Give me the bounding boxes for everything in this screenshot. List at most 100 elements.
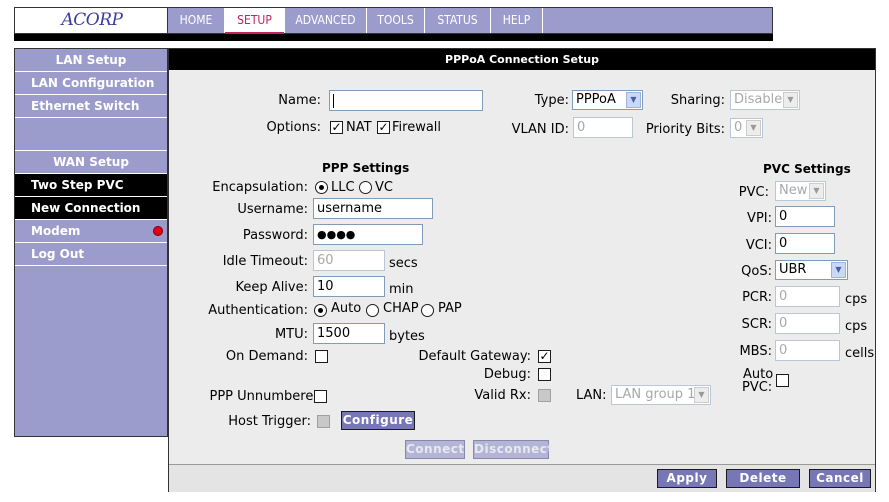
sidebar-item-two-step-pvc[interactable]: Two Step PVC: [15, 174, 167, 197]
cancel-button[interactable]: Cancel: [809, 469, 871, 488]
configure-button[interactable]: Configure: [341, 411, 415, 430]
pcr-label: PCR:: [742, 290, 772, 305]
username-input[interactable]: username: [313, 198, 433, 219]
auth-chap-label: CHAP: [383, 301, 419, 316]
firewall-label: Firewall: [392, 120, 442, 135]
lan-group-select[interactable]: LAN group 1 ▼: [611, 385, 711, 405]
authentication-label: Authentication:: [208, 303, 308, 318]
scr-unit: cps: [845, 319, 868, 334]
mtu-label: MTU:: [274, 327, 308, 342]
ppp-unnumbered-label: PPP Unnumbered:: [209, 389, 327, 404]
vci-input[interactable]: 0: [775, 233, 835, 254]
host-trigger-label: Host Trigger:: [228, 414, 311, 429]
sidebar-item-modem[interactable]: Modem: [15, 220, 167, 243]
type-label: Type:: [534, 93, 569, 108]
auth-pap-label: PAP: [438, 301, 462, 316]
qos-label: QoS:: [741, 264, 772, 279]
tab-home[interactable]: HOME: [168, 8, 225, 33]
ppp-settings-title: PPP Settings: [322, 161, 410, 175]
tab-help[interactable]: HELP: [491, 8, 543, 33]
tab-advanced[interactable]: ADVANCED: [285, 8, 367, 33]
vc-radio[interactable]: [359, 181, 372, 194]
firewall-checkbox[interactable]: ✓: [377, 121, 390, 134]
debug-checkbox[interactable]: [538, 368, 551, 381]
valid-rx-label: Valid Rx:: [474, 388, 531, 403]
sharing-value: Disable: [734, 92, 783, 107]
sidebar: LAN Setup LAN Configuration Ethernet Swi…: [14, 48, 168, 437]
sidebar-item-ethernet-switch[interactable]: Ethernet Switch: [15, 95, 167, 118]
vlan-id-input[interactable]: 0: [573, 117, 633, 138]
sidebar-item-modem-label: Modem: [31, 224, 81, 238]
keep-alive-input[interactable]: 10: [313, 276, 385, 297]
name-input[interactable]: [329, 90, 483, 111]
panel-title: PPPoA Connection Setup: [169, 49, 875, 70]
nat-checkbox[interactable]: ✓: [330, 121, 343, 134]
pcr-input[interactable]: 0: [775, 286, 840, 307]
acorp-logo: ACORP: [61, 10, 123, 30]
llc-label: LLC: [331, 180, 355, 195]
vci-label: VCI:: [745, 238, 772, 253]
sharing-select[interactable]: Disable ▼: [730, 90, 800, 110]
auth-pap-radio[interactable]: [421, 304, 434, 317]
vc-label: VC: [375, 180, 393, 195]
vpi-label: VPI:: [747, 211, 772, 226]
idle-timeout-input[interactable]: 60: [313, 250, 385, 271]
scr-label: SCR:: [741, 317, 772, 332]
delete-button[interactable]: Delete: [726, 469, 800, 488]
type-select[interactable]: PPPoA ▼: [572, 90, 643, 110]
mbs-unit: cells: [845, 346, 875, 361]
username-label: Username:: [237, 202, 308, 217]
vpi-input[interactable]: 0: [775, 206, 835, 227]
scr-input[interactable]: 0: [775, 313, 840, 334]
chevron-down-icon: ▼: [626, 92, 641, 108]
valid-rx-checkbox[interactable]: [538, 389, 551, 402]
auth-auto-radio[interactable]: [314, 304, 327, 317]
idle-timeout-unit: secs: [389, 256, 418, 271]
sidebar-item-lan-configuration[interactable]: LAN Configuration: [15, 72, 167, 95]
host-trigger-checkbox[interactable]: [317, 415, 330, 428]
tab-status[interactable]: STATUS: [425, 8, 491, 33]
nat-label: NAT: [346, 120, 372, 135]
type-value: PPPoA: [576, 92, 616, 107]
disconnect-button[interactable]: Disconnect: [473, 440, 553, 459]
sidebar-header-wan-setup: WAN Setup: [15, 151, 167, 174]
connection-panel: PPPoA Connection Setup Name: Type: PPPoA…: [168, 48, 876, 492]
name-label: Name:: [278, 93, 321, 108]
sharing-label: Sharing:: [670, 93, 725, 108]
sidebar-spacer: [15, 118, 167, 151]
priority-bits-value: 0: [734, 120, 743, 135]
tab-tools[interactable]: TOOLS: [367, 8, 425, 33]
idle-timeout-label: Idle Timeout:: [222, 254, 308, 269]
lan-group-value: LAN group 1: [615, 387, 696, 402]
chevron-down-icon: ▼: [809, 183, 824, 199]
pvc-settings-title: PVC Settings: [763, 162, 851, 176]
ppp-unnumbered-checkbox[interactable]: [314, 390, 327, 403]
options-label: Options:: [266, 120, 321, 135]
password-label: Password:: [242, 228, 308, 243]
on-demand-checkbox[interactable]: [315, 350, 328, 363]
auth-chap-radio[interactable]: [366, 304, 379, 317]
auth-auto-label: Auto: [331, 301, 362, 316]
auto-pvc-checkbox[interactable]: [776, 374, 789, 387]
mtu-input[interactable]: 1500: [313, 323, 385, 344]
password-input[interactable]: ●●●●: [313, 224, 423, 245]
encapsulation-label: Encapsulation:: [212, 180, 308, 195]
connect-button[interactable]: Connect: [405, 440, 465, 459]
pvc-select[interactable]: New ▼: [775, 181, 826, 201]
qos-value: UBR: [779, 262, 807, 277]
default-gateway-label: Default Gateway:: [418, 349, 532, 364]
tab-setup[interactable]: SETUP: [225, 8, 285, 34]
priority-bits-select[interactable]: 0 ▼: [730, 118, 763, 138]
apply-button[interactable]: Apply: [657, 469, 717, 488]
pvc-value: New: [779, 183, 808, 198]
mbs-input[interactable]: 0: [775, 340, 840, 361]
default-gateway-checkbox[interactable]: ✓: [538, 350, 551, 363]
llc-radio[interactable]: [315, 181, 328, 194]
lan-label: LAN:: [576, 388, 607, 403]
keep-alive-unit: min: [389, 282, 414, 297]
pvc-label: PVC:: [738, 185, 769, 200]
chevron-down-icon: ▼: [746, 120, 761, 136]
qos-select[interactable]: UBR ▼: [775, 260, 848, 280]
sidebar-item-log-out[interactable]: Log Out: [15, 243, 167, 266]
sidebar-item-new-connection[interactable]: New Connection: [15, 197, 167, 220]
